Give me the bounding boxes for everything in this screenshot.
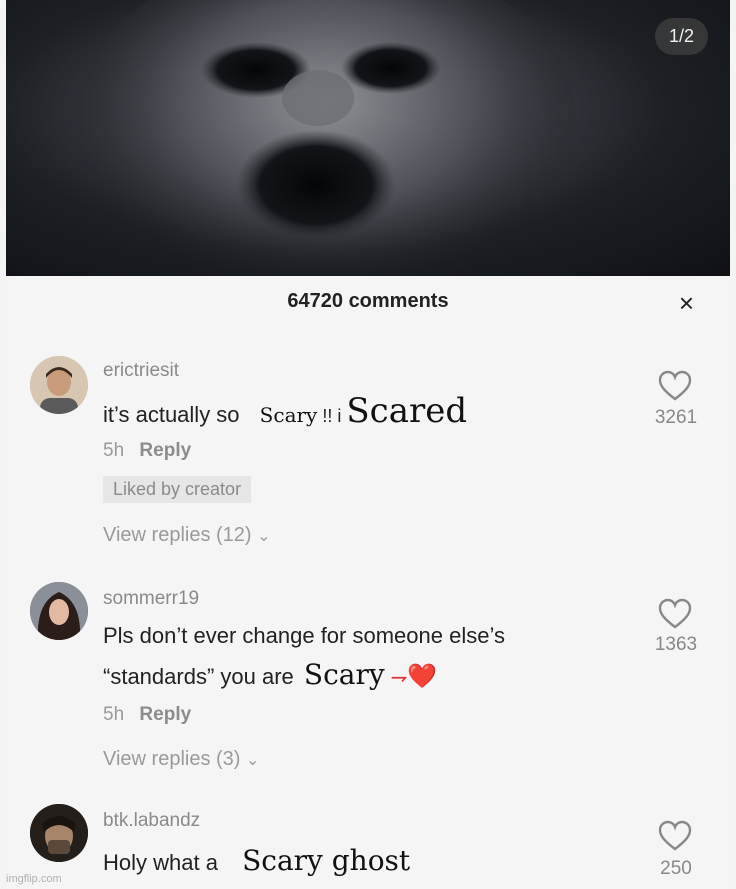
comment-text: Holy what a Scary ghost	[103, 842, 410, 882]
overlay-mark: ⇁	[390, 667, 408, 689]
comment-text-line1: Pls don’t ever change for someone else’s	[103, 623, 505, 648]
avatar[interactable]	[30, 804, 88, 862]
overlay-scary-text: Scary	[259, 403, 318, 427]
comments-sheet: 64720 comments × erictriesit it’s actual…	[6, 276, 730, 889]
overlay-scared-text: Scared	[346, 391, 468, 431]
avatar-photo	[30, 356, 88, 414]
ghost-face-illustration	[76, 0, 576, 276]
comment-text-prefix: it’s actually so	[103, 402, 240, 427]
comment-meta: 5h Reply	[103, 440, 191, 462]
comment-username[interactable]: sommerr19	[103, 588, 199, 610]
comment-text-prefix: “standards” you are	[103, 664, 294, 689]
page-indicator[interactable]: 1/2	[654, 18, 708, 55]
avatar-photo	[30, 804, 88, 862]
comment-text-line2: “standards” you are Scary ⇁❤️	[103, 656, 437, 697]
view-replies-label: View replies (12)	[103, 524, 252, 546]
chevron-down-icon: ⌄	[246, 752, 260, 769]
avatar[interactable]	[30, 582, 88, 640]
like-count: 3261	[654, 407, 698, 428]
comments-count-title: 64720 comments	[287, 290, 449, 312]
avatar-photo	[30, 582, 88, 640]
comment-meta: 5h Reply	[103, 704, 191, 726]
close-icon[interactable]: ×	[679, 290, 694, 316]
view-replies-label: View replies (3)	[103, 748, 241, 770]
comment-time: 5h	[103, 440, 125, 461]
reply-button[interactable]: Reply	[139, 440, 191, 461]
heart-icon[interactable]	[658, 370, 692, 402]
heart-icon[interactable]	[658, 820, 692, 852]
like-count: 1363	[654, 634, 698, 655]
reply-button[interactable]: Reply	[139, 704, 191, 725]
watermark: imgflip.com	[6, 873, 62, 885]
comment-time: 5h	[103, 704, 125, 725]
view-replies-button[interactable]: View replies (3) ⌄	[103, 748, 259, 771]
view-replies-button[interactable]: View replies (12) ⌄	[103, 524, 271, 547]
overlay-scary-text: Scary	[303, 658, 385, 691]
comment-text: it’s actually so Scary !! i Scared	[103, 392, 467, 435]
ghost-face-image: 1/2	[6, 0, 730, 276]
avatar[interactable]	[30, 356, 88, 414]
heart-emoji: ❤️	[407, 663, 438, 690]
comment-text-mid: !! i	[317, 406, 347, 426]
comment-username[interactable]: erictriesit	[103, 360, 179, 382]
liked-by-creator-badge: Liked by creator	[103, 476, 252, 503]
chevron-down-icon: ⌄	[257, 528, 271, 545]
comment-username[interactable]: btk.labandz	[103, 810, 200, 832]
comment-text-prefix: Holy what a	[103, 850, 218, 875]
like-count: 250	[660, 858, 692, 879]
overlay-scary-ghost-text: Scary ghost	[242, 844, 411, 877]
heart-icon[interactable]	[658, 598, 692, 630]
